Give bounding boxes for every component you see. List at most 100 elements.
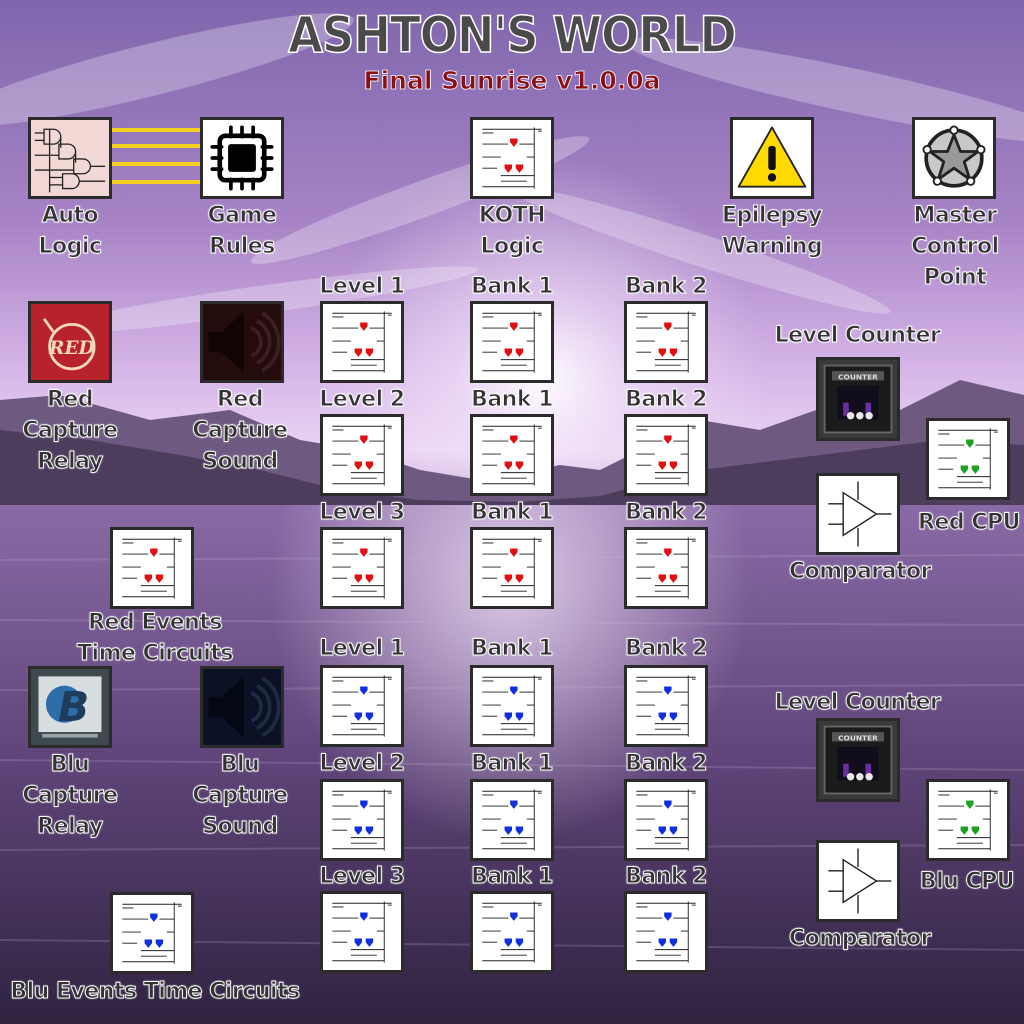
red-level-2-bank-1-tile[interactable] (470, 414, 554, 496)
red-level-2-bank-2-tile[interactable] (624, 414, 708, 496)
circuit-schematic-icon (482, 789, 542, 851)
koth-logic-tile[interactable] (470, 117, 554, 199)
red-level-3-bank-2-tile[interactable] (624, 527, 708, 609)
red-level-2-bank-1-label: Bank 1 (471, 387, 554, 413)
blu-events-time-circuits-tile[interactable] (110, 892, 194, 974)
blu-cpu-label: Blu CPU (919, 869, 1015, 895)
speaker-icon (203, 304, 281, 380)
red-capture-sound-label: Red Capture Sound (192, 387, 289, 475)
circuit-schematic-icon (636, 537, 696, 599)
circuit-schematic-icon (636, 789, 696, 851)
red-capture-relay-label: Red Capture Relay (22, 387, 119, 475)
blu-level-3-tile[interactable] (320, 891, 404, 973)
red-level-counter-tile[interactable]: COUNTER (816, 357, 900, 441)
red-cpu-tile[interactable] (926, 418, 1010, 500)
circuit-schematic-icon (332, 311, 392, 373)
red-level-1-label: Level 1 (319, 274, 406, 300)
red-level-1-bank-1-tile[interactable] (470, 301, 554, 383)
blu-level-3-label: Level 3 (319, 864, 406, 890)
circuit-schematic-icon (482, 311, 542, 373)
red-level-1-bank-2-label: Bank 2 (625, 274, 708, 300)
red-capture-relay-tile[interactable]: RED (28, 301, 112, 383)
cpu-chip-icon (210, 125, 274, 191)
epilepsy-warning-label: Epilepsy Warning (721, 203, 823, 260)
red-events-time-circuits-tile[interactable] (110, 527, 194, 609)
circuit-schematic-icon (636, 901, 696, 963)
red-level-3-tile[interactable] (320, 527, 404, 609)
level-counter-device-icon: COUNTER (819, 360, 897, 438)
version-subtitle: Final Sunrise v1.0.0a (363, 66, 661, 96)
circuit-schematic-icon (482, 424, 542, 486)
blu-level-2-bank-1-label: Bank 1 (471, 751, 554, 777)
blu-level-1-bank-1-tile[interactable] (470, 665, 554, 747)
circuit-schematic-icon (122, 902, 182, 964)
red-level-2-label: Level 2 (319, 387, 406, 413)
red-level-1-bank-2-tile[interactable] (624, 301, 708, 383)
circuit-schematic-icon (938, 789, 998, 851)
circuit-schematic-icon (482, 537, 542, 599)
blu-level-2-bank-2-tile[interactable] (624, 779, 708, 861)
circuit-schematic-icon (122, 537, 182, 599)
blu-level-3-bank-2-label: Bank 2 (625, 864, 708, 890)
blu-level-2-bank-1-tile[interactable] (470, 779, 554, 861)
red-bomb-logo-icon: RED (31, 304, 109, 380)
master-control-point-tile[interactable] (912, 117, 996, 199)
blu-level-1-bank-1-label: Bank 1 (471, 636, 554, 662)
blu-level-counter-label: Level Counter (774, 690, 941, 716)
red-comparator-tile[interactable] (816, 473, 900, 555)
circuit-schematic-icon (332, 789, 392, 851)
circuit-schematic-icon (332, 675, 392, 737)
blu-level-2-tile[interactable] (320, 779, 404, 861)
blu-level-1-label: Level 1 (319, 636, 406, 662)
svg-text:RED: RED (48, 338, 95, 359)
red-events-time-circuits-label: Red Events Time Circuits (77, 610, 234, 667)
blu-level-1-bank-2-tile[interactable] (624, 665, 708, 747)
blu-level-counter-tile[interactable]: COUNTER (816, 718, 900, 802)
red-level-2-tile[interactable] (320, 414, 404, 496)
blu-level-2-label: Level 2 (319, 751, 406, 777)
blu-level-3-bank-1-label: Bank 1 (471, 864, 554, 890)
circuit-schematic-icon (636, 311, 696, 373)
koth-logic-label: KOTH Logic (478, 203, 546, 260)
blu-level-2-bank-2-label: Bank 2 (625, 751, 708, 777)
blu-cpu-tile[interactable] (926, 779, 1010, 861)
blu-events-time-circuits-label: Blu Events Time Circuits (10, 979, 301, 1005)
blu-capture-relay-tile[interactable]: B (28, 666, 112, 748)
blu-comparator-label: Comparator (789, 926, 932, 952)
game-rules-tile[interactable] (200, 117, 284, 199)
comparator-opamp-icon (828, 481, 892, 547)
circuit-schematic-icon (482, 127, 542, 189)
red-level-3-bank-2-label: Bank 2 (625, 500, 708, 526)
yellow-wires (112, 126, 202, 190)
circuit-schematic-icon (332, 537, 392, 599)
red-level-3-bank-1-label: Bank 1 (471, 500, 554, 526)
blu-capture-sound-label: Blu Capture Sound (192, 752, 289, 840)
circuit-schematic-icon (482, 675, 542, 737)
red-level-3-label: Level 3 (319, 500, 406, 526)
auto-logic-tile[interactable] (28, 117, 112, 199)
svg-text:B: B (58, 683, 89, 731)
circuit-schematic-icon (636, 424, 696, 486)
circuit-schematic-icon (332, 901, 392, 963)
blu-b-logo-icon: B (31, 669, 109, 745)
red-comparator-label: Comparator (789, 559, 932, 585)
blu-comparator-tile[interactable] (816, 840, 900, 922)
red-level-2-bank-2-label: Bank 2 (625, 387, 708, 413)
red-level-3-bank-1-tile[interactable] (470, 527, 554, 609)
counter-display-text: COUNTER (838, 373, 878, 382)
game-rules-label: Game Rules (207, 203, 277, 260)
blu-level-1-tile[interactable] (320, 665, 404, 747)
blu-level-3-bank-1-tile[interactable] (470, 891, 554, 973)
red-capture-sound-tile[interactable] (200, 301, 284, 383)
circuit-schematic-icon (482, 901, 542, 963)
blu-level-3-bank-2-tile[interactable] (624, 891, 708, 973)
circuit-schematic-icon (332, 424, 392, 486)
blu-capture-relay-label: Blu Capture Relay (22, 752, 119, 840)
epilepsy-warning-tile[interactable] (730, 117, 814, 199)
red-cpu-label: Red CPU (918, 510, 1021, 536)
speaker-icon (203, 669, 281, 745)
circuit-schematic-icon (938, 428, 998, 490)
counter-display-text: COUNTER (838, 734, 878, 743)
red-level-1-tile[interactable] (320, 301, 404, 383)
blu-capture-sound-tile[interactable] (200, 666, 284, 748)
